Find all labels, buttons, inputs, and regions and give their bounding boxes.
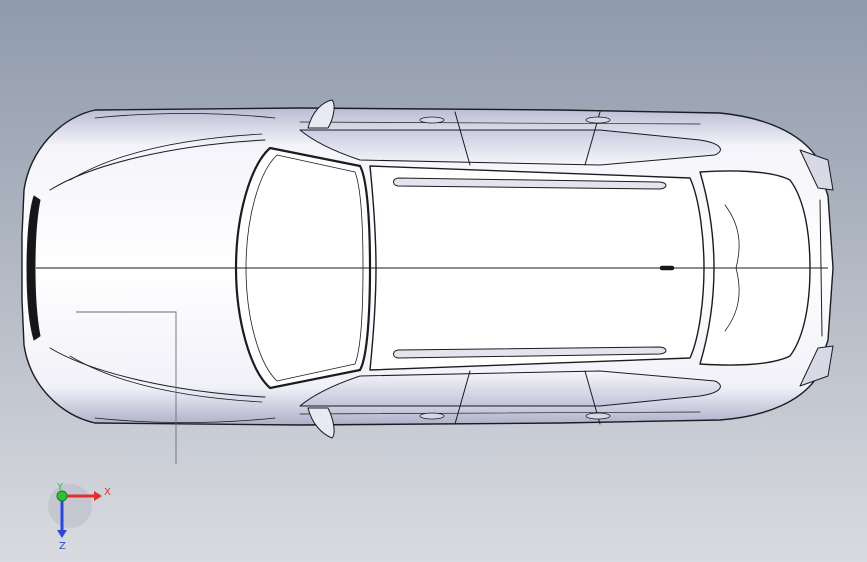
triad-x-label: X: [104, 487, 111, 498]
triad-z-arrow: [57, 530, 67, 538]
side-window-bottom: [299, 370, 721, 407]
triad-x-arrow: [94, 491, 102, 501]
model-view[interactable]: [0, 0, 867, 562]
car-model[interactable]: [21, 99, 834, 439]
door-handle-bottom-1: [419, 412, 445, 420]
door-handle-top-2: [585, 116, 611, 124]
side-window-top: [299, 129, 721, 166]
triad-y-label: Y: [56, 482, 64, 493]
door-handle-top-1: [419, 116, 445, 124]
graphics-area[interactable]: X Y Z: [0, 0, 867, 562]
door-handle-bottom-2: [585, 412, 611, 420]
reference-triad: X Y Z: [48, 482, 111, 552]
triad-z-label: Z: [59, 541, 66, 552]
triad-shadow: [48, 484, 92, 528]
